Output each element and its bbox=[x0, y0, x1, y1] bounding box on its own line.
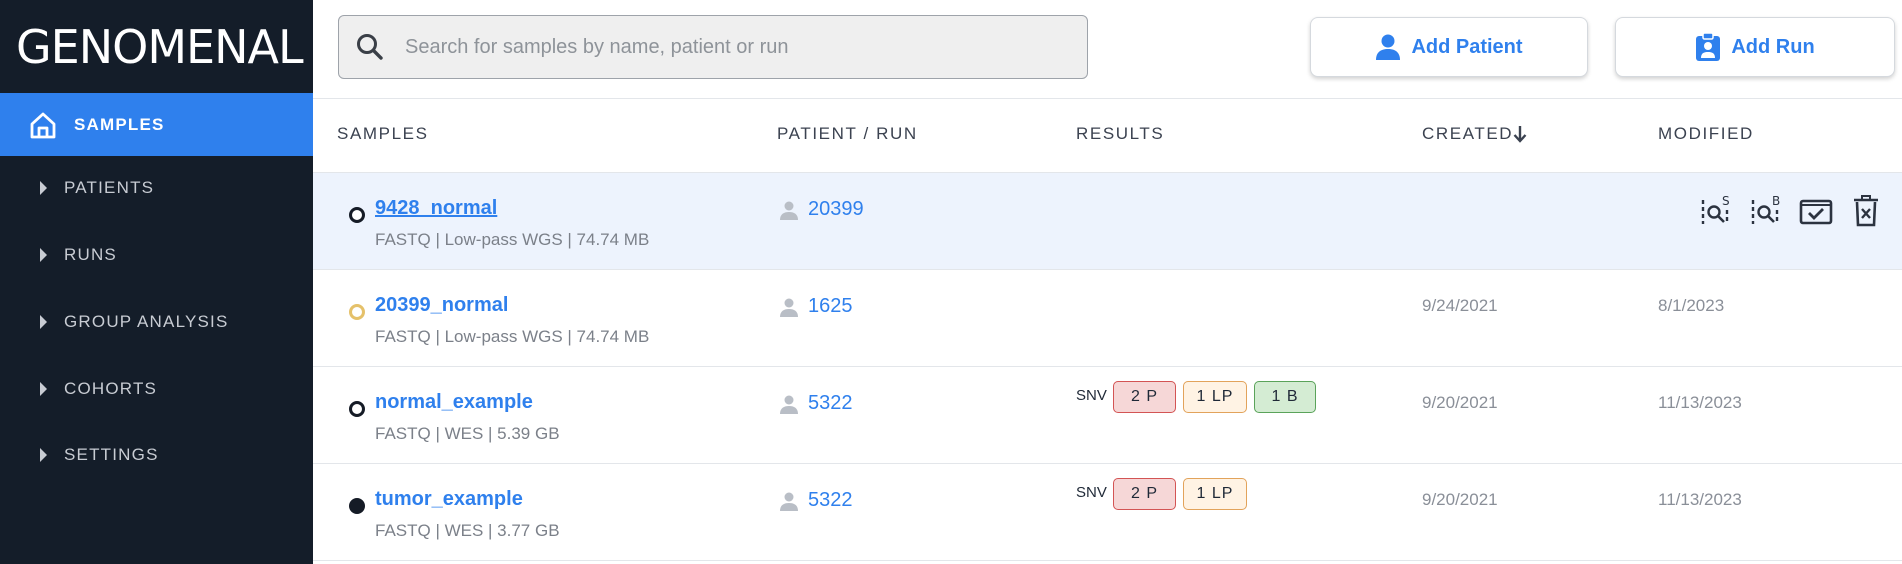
caret-right-icon bbox=[40, 448, 47, 462]
home-icon bbox=[30, 112, 56, 138]
benign-badge[interactable]: 1 B bbox=[1254, 381, 1316, 413]
patient-link[interactable]: 20399 bbox=[808, 198, 864, 221]
likely-pathogenic-badge[interactable]: 1 LP bbox=[1183, 381, 1247, 413]
column-header-patient-run[interactable]: PATIENT / RUN bbox=[777, 124, 918, 144]
snv-label: SNV bbox=[1076, 387, 1107, 404]
sidebar-item-label: PATIENTS bbox=[64, 178, 155, 197]
pathogenic-badge[interactable]: 2 P bbox=[1113, 381, 1176, 413]
sidebar-item-label: SETTINGS bbox=[64, 445, 159, 464]
modified-date: 11/13/2023 bbox=[1658, 490, 1742, 509]
add-run-label: Add Run bbox=[1731, 35, 1815, 58]
sidebar-item-patients[interactable]: PATIENTS bbox=[0, 168, 313, 208]
person-icon bbox=[780, 395, 798, 414]
sidebar-item-samples[interactable]: SAMPLES bbox=[0, 93, 313, 156]
sidebar-item-cohorts[interactable]: COHORTS bbox=[0, 369, 313, 409]
person-icon bbox=[1376, 34, 1401, 60]
pathogenic-badge[interactable]: 2 P bbox=[1113, 478, 1176, 510]
column-header-created[interactable]: CREATED bbox=[1422, 124, 1527, 144]
table-row[interactable]: tumor_example FASTQ | WES | 3.77 GB 5322… bbox=[313, 464, 1902, 560]
snv-label: SNV bbox=[1076, 484, 1107, 501]
badge-icon bbox=[1696, 32, 1721, 61]
caret-right-icon bbox=[40, 248, 47, 262]
sample-meta: FASTQ | WES | 3.77 GB bbox=[375, 521, 560, 540]
sidebar-item-group-analysis[interactable]: GROUP ANALYSIS bbox=[0, 302, 313, 342]
add-patient-button[interactable]: Add Patient bbox=[1310, 17, 1588, 77]
divider bbox=[313, 98, 1902, 99]
created-date: 9/24/2021 bbox=[1422, 296, 1498, 315]
divider bbox=[313, 560, 1902, 561]
person-icon bbox=[780, 298, 798, 317]
search-bar bbox=[338, 15, 1088, 79]
sidebar-item-label: SAMPLES bbox=[74, 114, 165, 134]
table-row[interactable]: normal_example FASTQ | WES | 5.39 GB 532… bbox=[313, 367, 1902, 463]
column-header-samples[interactable]: SAMPLES bbox=[337, 124, 429, 144]
likely-pathogenic-badge[interactable]: 1 LP bbox=[1183, 478, 1247, 510]
sidebar: GENOMENAL SAMPLES PATIENTS RUNS GROUP AN… bbox=[0, 0, 313, 564]
column-header-modified[interactable]: MODIFIED bbox=[1658, 124, 1754, 144]
patient-link[interactable]: 5322 bbox=[808, 392, 853, 415]
created-date: 9/20/2021 bbox=[1422, 393, 1498, 412]
sample-meta: FASTQ | WES | 5.39 GB bbox=[375, 424, 560, 443]
validate-icon[interactable] bbox=[1798, 193, 1834, 229]
status-indicator bbox=[349, 207, 365, 223]
status-indicator bbox=[349, 498, 365, 514]
igv-b-icon[interactable]: B bbox=[1748, 193, 1784, 229]
sample-link[interactable]: 9428_normal bbox=[375, 197, 497, 220]
person-icon bbox=[780, 492, 798, 511]
sample-meta: FASTQ | Low-pass WGS | 74.74 MB bbox=[375, 327, 650, 346]
sample-link[interactable]: tumor_example bbox=[375, 488, 523, 511]
app-logo[interactable]: GENOMENAL bbox=[16, 18, 304, 76]
app-root: GENOMENAL SAMPLES PATIENTS RUNS GROUP AN… bbox=[0, 0, 1902, 564]
status-indicator bbox=[349, 401, 365, 417]
add-patient-label: Add Patient bbox=[1411, 35, 1523, 58]
patient-link[interactable]: 1625 bbox=[808, 295, 853, 318]
sidebar-item-runs[interactable]: RUNS bbox=[0, 235, 313, 275]
sidebar-item-label: GROUP ANALYSIS bbox=[64, 312, 229, 331]
sidebar-item-label: RUNS bbox=[64, 245, 117, 264]
modified-date: 11/13/2023 bbox=[1658, 393, 1742, 412]
column-header-label: CREATED bbox=[1422, 124, 1514, 143]
search-input[interactable] bbox=[405, 35, 1045, 59]
sample-link[interactable]: normal_example bbox=[375, 391, 533, 414]
svg-text:S: S bbox=[1722, 194, 1730, 208]
modified-date: 8/1/2023 bbox=[1658, 296, 1725, 315]
person-icon bbox=[780, 201, 798, 220]
created-date: 9/20/2021 bbox=[1422, 490, 1498, 509]
delete-icon[interactable] bbox=[1848, 193, 1884, 229]
column-header-results[interactable]: RESULTS bbox=[1076, 124, 1164, 144]
caret-right-icon bbox=[40, 315, 47, 329]
sample-meta: FASTQ | Low-pass WGS | 74.74 MB bbox=[375, 230, 650, 249]
table-row[interactable]: 9428_normal FASTQ | Low-pass WGS | 74.74… bbox=[313, 173, 1902, 269]
sidebar-item-label: COHORTS bbox=[64, 379, 158, 398]
patient-link[interactable]: 5322 bbox=[808, 489, 853, 512]
sample-link[interactable]: 20399_normal bbox=[375, 294, 508, 317]
svg-text:B: B bbox=[1772, 194, 1780, 208]
add-run-button[interactable]: Add Run bbox=[1615, 17, 1895, 77]
row-actions: S B bbox=[1698, 193, 1884, 229]
caret-right-icon bbox=[40, 382, 47, 396]
igv-s-icon[interactable]: S bbox=[1698, 193, 1734, 229]
arrow-down-icon bbox=[1513, 126, 1527, 143]
sidebar-item-settings[interactable]: SETTINGS bbox=[0, 435, 313, 475]
search-icon bbox=[357, 34, 383, 60]
caret-right-icon bbox=[40, 181, 47, 195]
status-indicator bbox=[349, 304, 365, 320]
table-row[interactable]: 20399_normal FASTQ | Low-pass WGS | 74.7… bbox=[313, 270, 1902, 366]
